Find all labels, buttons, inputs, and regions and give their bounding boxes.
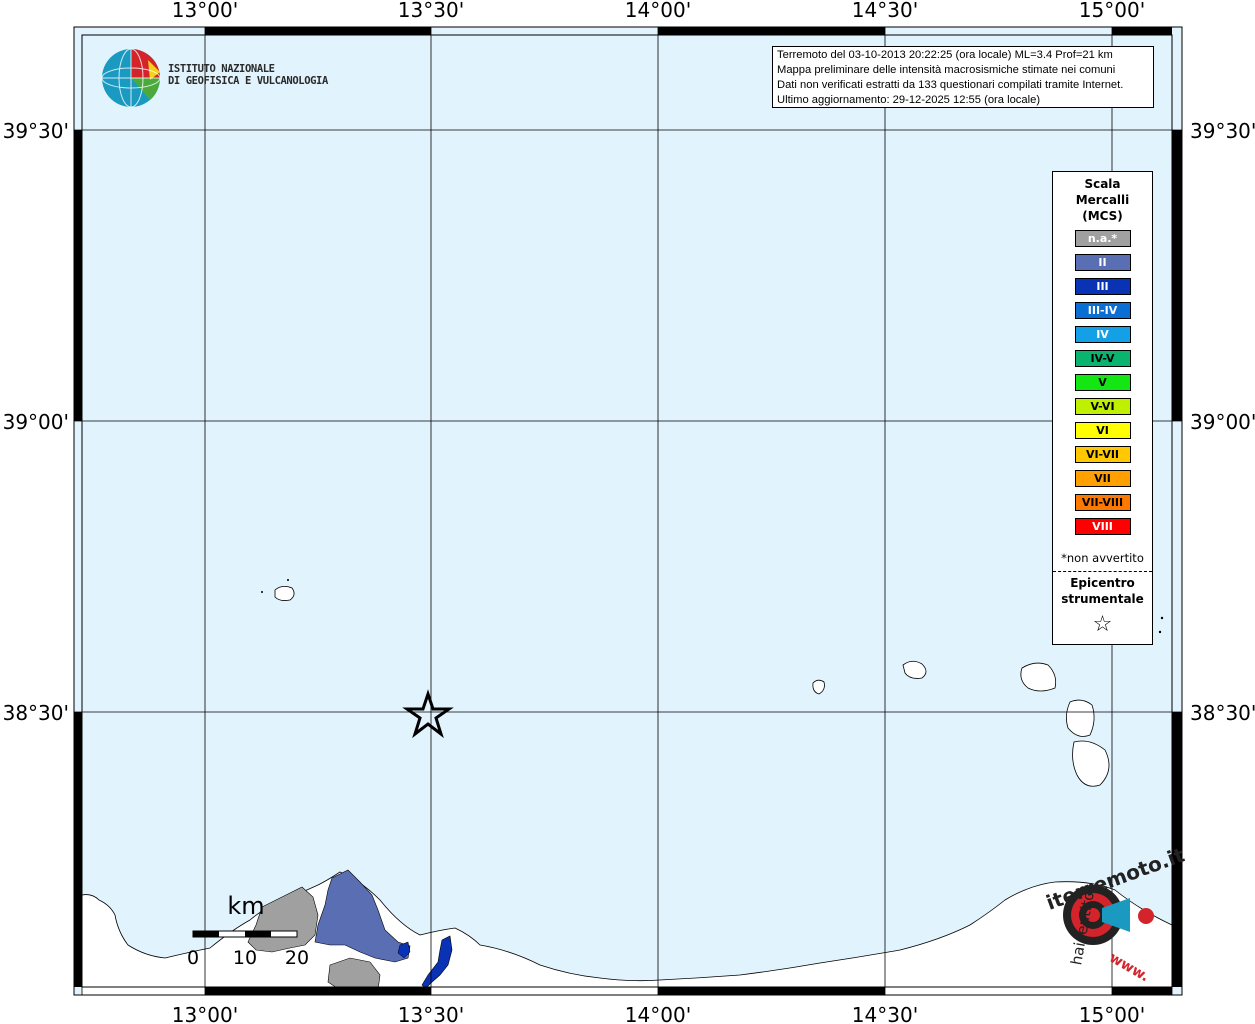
legend-item: V-VI [1074, 398, 1131, 415]
legend-item: IV-V [1074, 350, 1131, 367]
info-line: Dati non verificati estratti da 133 ques… [777, 79, 1124, 91]
islet-3 [1160, 616, 1164, 620]
legend-separator [1053, 571, 1152, 572]
lat-label: 39°30' [3, 119, 69, 143]
lat-labels-left: 39°30' 39°00' 38°30' [3, 119, 69, 725]
ingv-globe-icon [101, 48, 161, 108]
legend-item: VIII [1074, 518, 1131, 535]
lon-label: 13°30' [398, 0, 464, 22]
legend-item: VII-VIII [1074, 494, 1131, 511]
lon-label: 14°30' [852, 1003, 918, 1024]
logo-line: DI GEOFISICA E VULCANOLOGIA [168, 75, 328, 87]
lon-labels-top: 13°00' 13°30' 14°00' 14°30' 15°00' [172, 0, 1145, 22]
lon-label: 14°30' [852, 0, 918, 22]
legend-item: VI [1074, 422, 1131, 439]
legend-title-line: (MCS) [1082, 209, 1123, 223]
islet-2 [287, 579, 289, 581]
scale-label: 0 [187, 947, 199, 969]
legend-title-line: Mercalli [1075, 193, 1130, 207]
island-lipari [1066, 699, 1095, 737]
lat-labels-right: 39°30' 39°00' 38°30' [1190, 119, 1255, 725]
lat-label: 38°30' [1190, 701, 1255, 725]
legend-epicenter-line: Epicentro [1070, 576, 1135, 590]
lon-labels-bottom: 13°00' 13°30' 14°00' 14°30' 15°00' [172, 1003, 1145, 1024]
ingv-logo-text: ISTITUTO NAZIONALE DI GEOFISICA E VULCAN… [168, 63, 328, 87]
legend-item: III-IV [1074, 302, 1131, 319]
legend-items: n.a.* II III III-IV IV IV-V V V-VI VI VI-VII VII VI… [1053, 230, 1152, 535]
islet-4 [1158, 630, 1162, 634]
lon-label: 13°30' [398, 1003, 464, 1024]
legend-title-line: Scala [1084, 177, 1121, 191]
lat-label: 39°00' [3, 410, 69, 434]
legend-item: III [1074, 278, 1131, 295]
legend-item: V [1074, 374, 1131, 391]
lon-label: 13°00' [172, 1003, 238, 1024]
lat-label: 39°30' [1190, 119, 1255, 143]
legend-note: *non avvertito [1061, 551, 1144, 565]
legend-epicenter-title: Epicentro strumentale [1053, 575, 1152, 607]
lat-label: 38°30' [3, 701, 69, 725]
lon-label: 14°00' [625, 0, 691, 22]
info-line: Ultimo aggiornamento: 29-12-2025 12:55 (… [777, 94, 1041, 106]
scale-label: 10 [233, 947, 257, 969]
lon-label: 14°00' [625, 1003, 691, 1024]
legend-title: Scala Mercalli (MCS) [1053, 176, 1152, 224]
lon-label: 15°00' [1079, 0, 1145, 22]
legend-item: n.a.* [1074, 230, 1131, 247]
legend-star-icon: ☆ [1092, 612, 1113, 637]
islet-1 [261, 591, 263, 593]
scale-label: 20 [285, 947, 309, 969]
scale-unit: km [227, 892, 264, 920]
legend-item: II [1074, 254, 1131, 271]
sea-area [74, 27, 1182, 995]
legend-epicenter-line: strumentale [1061, 592, 1144, 606]
info-line: Terremoto del 03-10-2013 20:22:25 (ora l… [777, 49, 1113, 61]
intensity-legend: Scala Mercalli (MCS) n.a.* II III III-IV IV I… [1052, 171, 1153, 645]
island-salina [1020, 662, 1057, 692]
lon-label: 15°00' [1079, 1003, 1145, 1024]
lon-label: 13°00' [172, 0, 238, 22]
logo-line: ISTITUTO NAZIONALE [168, 63, 275, 75]
info-line: Mappa preliminare delle intensità macros… [777, 64, 1116, 76]
legend-item: VI-VII [1074, 446, 1131, 463]
legend-item: IV [1074, 326, 1131, 343]
legend-item: VII [1074, 470, 1131, 487]
lat-label: 39°00' [1190, 410, 1255, 434]
island-ustica [274, 586, 295, 601]
earthquake-info-box: Terremoto del 03-10-2013 20:22:25 (ora l… [772, 46, 1154, 108]
